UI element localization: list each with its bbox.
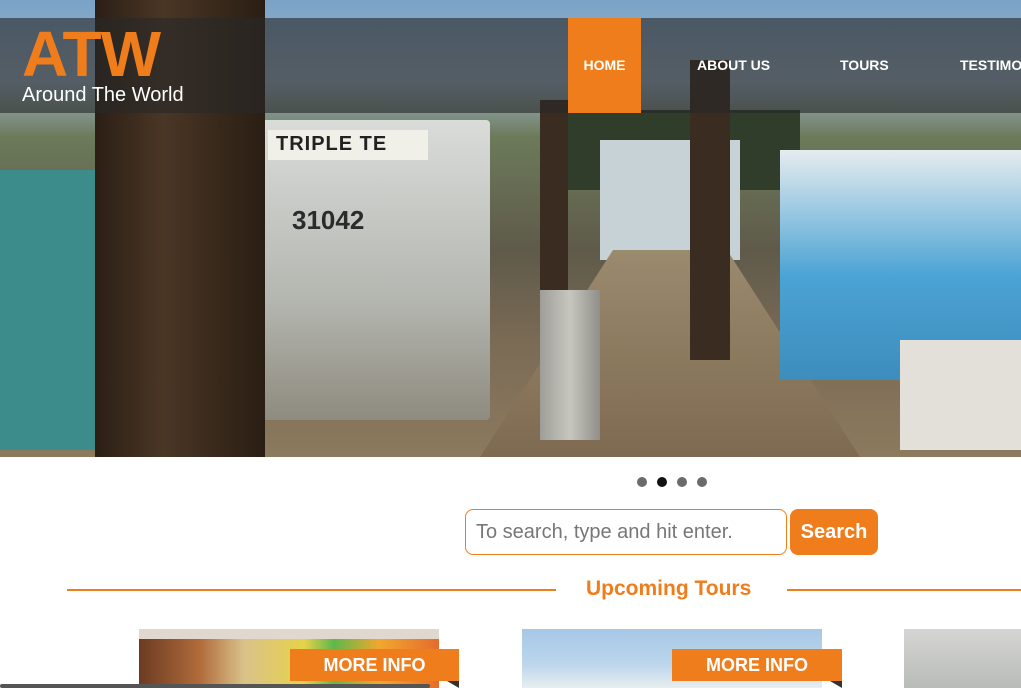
search-input[interactable]	[465, 509, 787, 555]
more-info-button[interactable]: MORE INFO	[290, 649, 459, 681]
slider-dot[interactable]	[697, 477, 707, 487]
site-logo[interactable]: ATW Around The World	[22, 22, 184, 107]
logo-tagline: Around The World	[22, 84, 184, 106]
hero-boat-number: 31042	[292, 205, 365, 235]
hero-teal-boat	[0, 170, 110, 450]
boat-sign-text: TRIPLE TE	[276, 133, 388, 155]
slider-dots	[637, 477, 707, 487]
more-info-button[interactable]: MORE INFO	[672, 649, 842, 681]
hero-right-boat-hull	[900, 340, 1021, 450]
tour-card-image	[139, 629, 439, 639]
slider-dot[interactable]	[677, 477, 687, 487]
logo-mark: ATW	[22, 18, 161, 90]
section-divider-right	[787, 589, 1021, 591]
upcoming-tours-title: Upcoming Tours	[586, 577, 752, 600]
nav-item-about-us[interactable]: ABOUT US	[697, 18, 770, 113]
ribbon-fold-icon	[447, 681, 459, 688]
nav-item-home[interactable]: HOME	[568, 18, 641, 113]
tour-card[interactable]	[904, 629, 1021, 688]
ribbon-fold-icon	[830, 681, 842, 688]
bottom-scroll-shadow	[0, 684, 430, 688]
slider-dot[interactable]	[637, 477, 647, 487]
nav-item-tours[interactable]: TOURS	[840, 18, 889, 113]
hero-utility-pillar	[540, 290, 600, 440]
nav-item-testimonials[interactable]: TESTIMO	[960, 18, 1021, 113]
hero-left-boat	[230, 120, 490, 420]
section-divider-left	[67, 589, 556, 591]
slider-dot-active[interactable]	[657, 477, 667, 487]
hero-boat-sign: TRIPLE TE	[268, 130, 428, 160]
search-button[interactable]: Search	[790, 509, 878, 555]
